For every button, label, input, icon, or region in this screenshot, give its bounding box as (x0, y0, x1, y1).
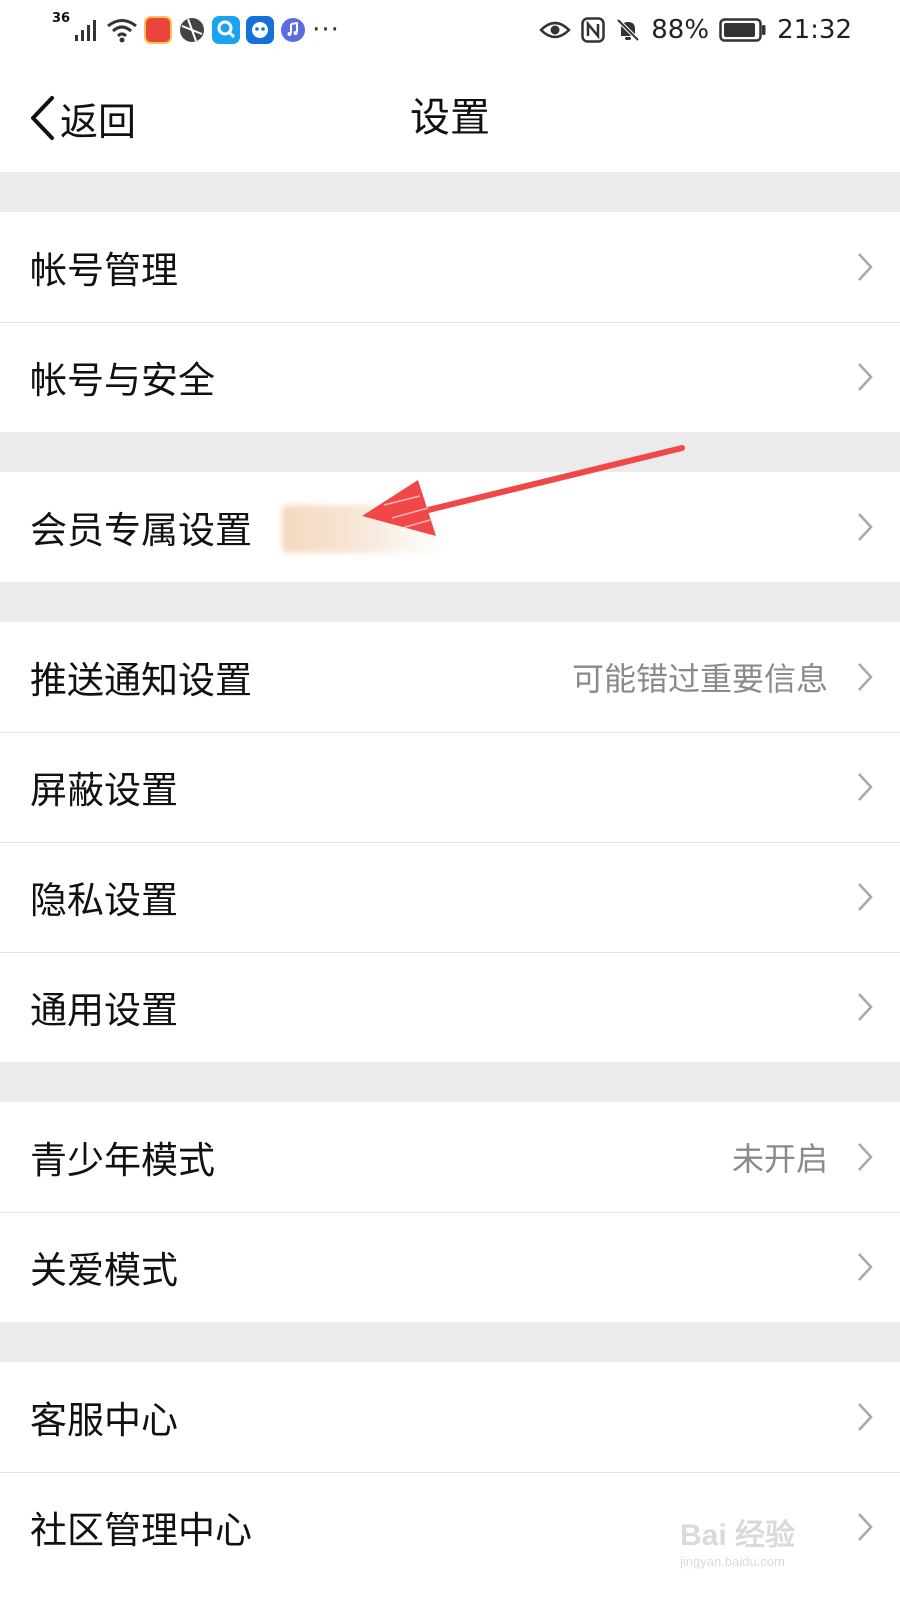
chevron-right-icon (858, 883, 873, 911)
status-left: 36 ··· (52, 10, 340, 48)
chevron-right-icon (858, 1403, 873, 1431)
item-label: 通用设置 (30, 989, 178, 1032)
item-label: 社区管理中心 (30, 1509, 252, 1552)
wifi-icon (107, 19, 138, 43)
mute-bell-icon (616, 18, 640, 42)
item-label: 推送通知设置 (30, 659, 252, 702)
watermark-logo: Bai 经验 (680, 1519, 796, 1552)
section-divider (0, 1062, 900, 1102)
item-label: 帐号与安全 (30, 359, 215, 402)
section-divider (0, 432, 900, 472)
settings-item-account-security[interactable]: 帐号与安全 (0, 322, 900, 432)
chevron-right-icon (858, 253, 873, 281)
settings-item-block-settings[interactable]: 屏蔽设置 (0, 732, 900, 842)
status-right: 88% 21:32 (539, 12, 852, 48)
item-hint: 可能错过重要信息 (571, 660, 828, 698)
item-label: 隐私设置 (30, 879, 178, 922)
watermark-url: jingyan.baidu.com (680, 1554, 785, 1569)
settings-item-teen-mode[interactable]: 青少年模式 未开启 (0, 1102, 900, 1212)
item-label: 屏蔽设置 (30, 769, 178, 812)
clock: 21:32 (777, 15, 852, 45)
item-label: 会员专属设置 (30, 509, 252, 552)
settings-item-push-notifications[interactable]: 推送通知设置 可能错过重要信息 (0, 622, 900, 732)
settings-item-privacy[interactable]: 隐私设置 (0, 842, 900, 952)
music-icon (281, 18, 306, 42)
chevron-right-icon (858, 1143, 873, 1171)
item-label: 帐号管理 (30, 249, 178, 292)
settings-item-general[interactable]: 通用设置 (0, 952, 900, 1062)
section-divider (0, 582, 900, 622)
baidu-watermark: Bai 经验 jingyan.baidu.com (680, 1510, 870, 1582)
section-divider (0, 1322, 900, 1362)
section-divider (0, 172, 900, 212)
nfc-icon (581, 17, 606, 43)
app-calendar-icon (144, 16, 173, 44)
chevron-right-icon (858, 363, 873, 391)
battery-icon (719, 18, 766, 42)
chevron-right-icon (858, 513, 873, 541)
item-label: 客服中心 (30, 1399, 178, 1442)
settings-item-account-management[interactable]: 帐号管理 (0, 212, 900, 322)
page-title: 设置 (410, 95, 490, 141)
settings-item-customer-service[interactable]: 客服中心 (0, 1362, 900, 1472)
nav-header: 返回 设置 (0, 62, 900, 172)
settings-item-member-settings[interactable]: 会员专属设置 (0, 472, 900, 582)
chevron-right-icon (858, 993, 873, 1021)
chevron-right-icon (858, 1253, 873, 1281)
app-search-icon (212, 16, 241, 44)
signal-icon (75, 20, 97, 41)
settings-list: 帐号管理 帐号与安全 会员专属设置 推送通知设置 可能错过重要信息 屏蔽设置 隐… (0, 172, 900, 1582)
app-bot-icon (246, 16, 275, 44)
item-label: 青少年模式 (30, 1139, 215, 1182)
battery-percent: 88% (651, 15, 710, 45)
chevron-right-icon (858, 663, 873, 691)
more-icon: ··· (312, 15, 340, 45)
item-hint: 未开启 (731, 1140, 828, 1178)
status-bar: 36 ··· 88% 21:32 (0, 0, 900, 62)
app-ball-icon (180, 18, 205, 42)
eye-icon (539, 21, 572, 39)
settings-item-care-mode[interactable]: 关爱模式 (0, 1212, 900, 1322)
blurred-member-badge (282, 505, 447, 553)
chevron-right-icon (858, 773, 873, 801)
network-type: 36 (52, 10, 71, 26)
item-label: 关爱模式 (30, 1249, 178, 1292)
